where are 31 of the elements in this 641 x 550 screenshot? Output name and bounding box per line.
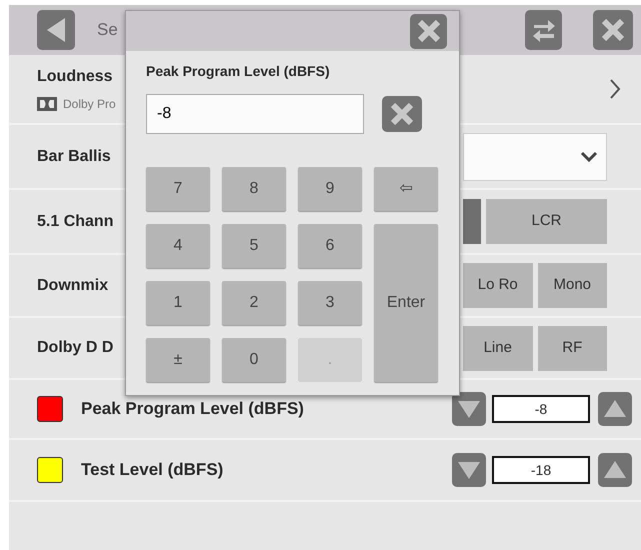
keypad-key[interactable]: 7: [146, 167, 210, 211]
setting-label: Bar Ballis: [37, 146, 111, 166]
option-button[interactable]: Mono: [538, 263, 607, 308]
dialog-title: Peak Program Level (dBFS): [146, 62, 331, 81]
option-button[interactable]: LCR: [486, 199, 607, 244]
keypad-key[interactable]: 1: [146, 281, 210, 325]
keypad-key[interactable]: Enter: [374, 224, 438, 382]
setting-label: 5.1 Chann: [37, 212, 114, 232]
level-label: Test Level (dBFS): [81, 459, 224, 482]
option-button[interactable]: Lo Ro: [463, 263, 532, 308]
page-title: Se: [97, 19, 118, 42]
level-label: Peak Program Level (dBFS): [81, 398, 304, 420]
keypad-key[interactable]: 9: [298, 167, 362, 211]
keypad-key[interactable]: 5: [222, 224, 286, 268]
keypad-key[interactable]: 2: [222, 281, 286, 325]
setting-sublabel: Dolby Pro: [63, 96, 116, 113]
keypad-key[interactable]: 4: [146, 224, 210, 268]
value-input[interactable]: -8: [146, 94, 364, 134]
keypad-key[interactable]: ±: [146, 338, 210, 382]
value-field[interactable]: -8: [492, 395, 590, 423]
option-button[interactable]: RF: [538, 326, 607, 370]
option-button[interactable]: Line: [463, 326, 532, 370]
setting-label: Downmix: [37, 276, 108, 296]
keypad-key[interactable]: 3: [298, 281, 362, 325]
setting-label: Dolby D D: [37, 338, 114, 358]
value-field[interactable]: -18: [492, 456, 590, 484]
keypad-key[interactable]: 8: [222, 167, 286, 211]
keypad-key[interactable]: ⇦: [374, 167, 438, 211]
keypad-key[interactable]: 6: [298, 224, 362, 268]
keypad-key[interactable]: 0: [222, 338, 286, 382]
setting-label: Loudness: [37, 67, 114, 87]
